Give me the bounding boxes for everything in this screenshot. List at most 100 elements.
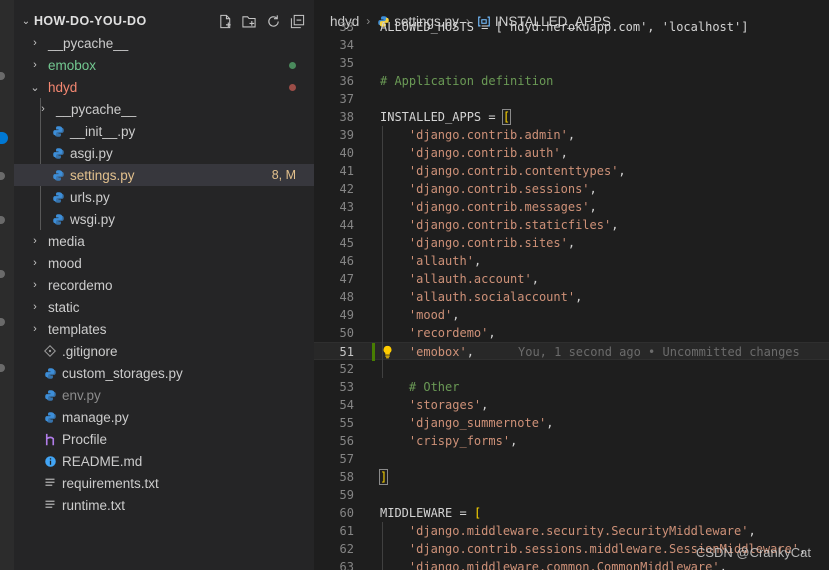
code-line[interactable]: 59 xyxy=(314,486,829,504)
new-folder-icon[interactable] xyxy=(240,12,258,30)
line-number: 36 xyxy=(339,74,354,88)
tree-file[interactable]: settings.py 8, M xyxy=(14,164,314,186)
tree-file[interactable]: Procfile xyxy=(14,428,314,450)
tree-file[interactable]: urls.py xyxy=(14,186,314,208)
code-line[interactable]: 60 MIDDLEWARE = [ xyxy=(314,504,829,522)
python-icon xyxy=(50,125,66,138)
code-line[interactable]: 52 xyxy=(314,360,829,378)
tree-folder[interactable]: › templates xyxy=(14,318,314,340)
tree-file[interactable]: runtime.txt xyxy=(14,494,314,516)
code-line[interactable]: 55 'django_summernote', xyxy=(314,414,829,432)
code-line[interactable]: 39 'django.contrib.admin', xyxy=(314,126,829,144)
code-token: = xyxy=(459,506,474,520)
activity-indicator[interactable] xyxy=(0,270,5,278)
tree-folder[interactable]: ⌄ hdyd xyxy=(14,76,314,98)
code-token: , xyxy=(488,326,496,340)
refresh-icon[interactable] xyxy=(264,12,282,30)
code-line[interactable]: 48 'allauth.socialaccount', xyxy=(314,288,829,306)
python-icon xyxy=(50,191,66,204)
tree-file[interactable]: asgi.py xyxy=(14,142,314,164)
activity-indicator[interactable] xyxy=(0,216,5,224)
tree-file[interactable]: custom_storages.py xyxy=(14,362,314,384)
tree-file[interactable]: .gitignore xyxy=(14,340,314,362)
code-line[interactable]: 57 xyxy=(314,450,829,468)
code-line[interactable]: 35 xyxy=(314,54,829,72)
tree-file[interactable]: README.md xyxy=(14,450,314,472)
code-token: 'recordemo' xyxy=(408,326,489,340)
code-line[interactable]: 42 'django.contrib.sessions', xyxy=(314,180,829,198)
editor-pane: hdyd › settings.py › INSTALLED_APPS 33 AL… xyxy=(314,0,829,570)
code-line[interactable]: 45 'django.contrib.sites', xyxy=(314,234,829,252)
code-token: , xyxy=(473,254,482,268)
new-file-icon[interactable] xyxy=(216,12,234,30)
activity-indicator[interactable] xyxy=(0,172,5,180)
tree-file[interactable]: __init__.py xyxy=(14,120,314,142)
code-text: 'django.contrib.admin', xyxy=(380,126,575,144)
watermark: CSDN @CrankyCat xyxy=(695,545,811,560)
tree-item-label: asgi.py xyxy=(70,145,113,161)
code-line[interactable]: 36 # Application definition xyxy=(314,72,829,90)
code-line[interactable]: 53 # Other xyxy=(314,378,829,396)
tree-folder[interactable]: › recordemo xyxy=(14,274,314,296)
activity-indicator[interactable] xyxy=(0,364,5,372)
chevron-down-icon[interactable]: ⌄ xyxy=(18,16,34,27)
code-line[interactable]: 58] xyxy=(314,468,829,486)
code-line[interactable]: 51 'emobox', You, 1 second ago • Uncommit… xyxy=(314,342,829,361)
tree-folder[interactable]: › mood xyxy=(14,252,314,274)
code-token: , xyxy=(466,345,474,359)
line-number: 34 xyxy=(339,38,354,52)
tree-file[interactable]: manage.py xyxy=(14,406,314,428)
line-number: 50 xyxy=(339,326,354,340)
line-number: 47 xyxy=(339,272,354,286)
tree-folder[interactable]: › media xyxy=(14,230,314,252)
code-line[interactable]: 46 'allauth', xyxy=(314,252,829,270)
tree-folder[interactable]: › static xyxy=(14,296,314,318)
code-line[interactable]: 54 'storages', xyxy=(314,396,829,414)
git-modified-gutter[interactable] xyxy=(372,343,375,361)
code-line[interactable]: 43 'django.contrib.messages', xyxy=(314,198,829,216)
tree-folder[interactable]: › __pycache__ xyxy=(14,98,314,120)
tree-file[interactable]: env.py xyxy=(14,384,314,406)
code-line[interactable]: 47 'allauth.account', xyxy=(314,270,829,288)
chevron-right-icon: › xyxy=(33,323,37,335)
collapse-all-icon[interactable] xyxy=(288,12,306,30)
activity-bar xyxy=(0,0,14,570)
code-line[interactable]: 50 'recordemo', xyxy=(314,324,829,342)
code-line[interactable]: 49 'mood', xyxy=(314,306,829,324)
code-line[interactable]: 44 'django.contrib.staticfiles', xyxy=(314,216,829,234)
tree-file[interactable]: requirements.txt xyxy=(14,472,314,494)
code-token: , xyxy=(531,272,539,286)
git-status-dot xyxy=(289,83,296,91)
tree-folder[interactable]: › emobox xyxy=(14,54,314,76)
code-line[interactable]: 38 INSTALLED_APPS = [ xyxy=(314,108,829,126)
line-number: 53 xyxy=(339,380,354,394)
line-number: 56 xyxy=(339,434,354,448)
tree-item-label: templates xyxy=(48,321,107,337)
code-text: INSTALLED_APPS = [ xyxy=(380,108,512,126)
code-line[interactable]: 41 'django.contrib.contenttypes', xyxy=(314,162,829,180)
code-token: 'django.contrib.messages' xyxy=(408,200,590,214)
code-line[interactable]: 34 xyxy=(314,36,829,54)
code-text: 'django.contrib.contenttypes', xyxy=(380,162,626,180)
activity-indicator[interactable] xyxy=(0,72,5,80)
notification-badge[interactable] xyxy=(0,132,8,144)
code-token: 'django_summernote' xyxy=(408,416,547,430)
code-line[interactable]: 37 xyxy=(314,90,829,108)
code-line[interactable]: 61 'django.middleware.security.SecurityM… xyxy=(314,522,829,540)
activity-indicator[interactable] xyxy=(0,318,5,326)
code-line[interactable]: 40 'django.contrib.auth', xyxy=(314,144,829,162)
tree-file[interactable]: wsgi.py xyxy=(14,208,314,230)
tree-item-label: recordemo xyxy=(48,277,113,293)
code-token: [ xyxy=(501,109,512,125)
code-token: 'storages' xyxy=(408,398,482,412)
code-line[interactable]: 56 'crispy_forms', xyxy=(314,432,829,450)
tree-folder[interactable]: › __pycache__ xyxy=(14,32,314,54)
code-token: 'mood' xyxy=(408,308,453,322)
chevron-right-icon: › xyxy=(33,301,37,313)
code-text: 'django.contrib.auth', xyxy=(380,144,568,162)
code-line[interactable]: 33 ALLOWED_HOSTS = ['hdyd.herokuapp.com',… xyxy=(314,18,829,36)
heroku-icon xyxy=(42,433,58,446)
